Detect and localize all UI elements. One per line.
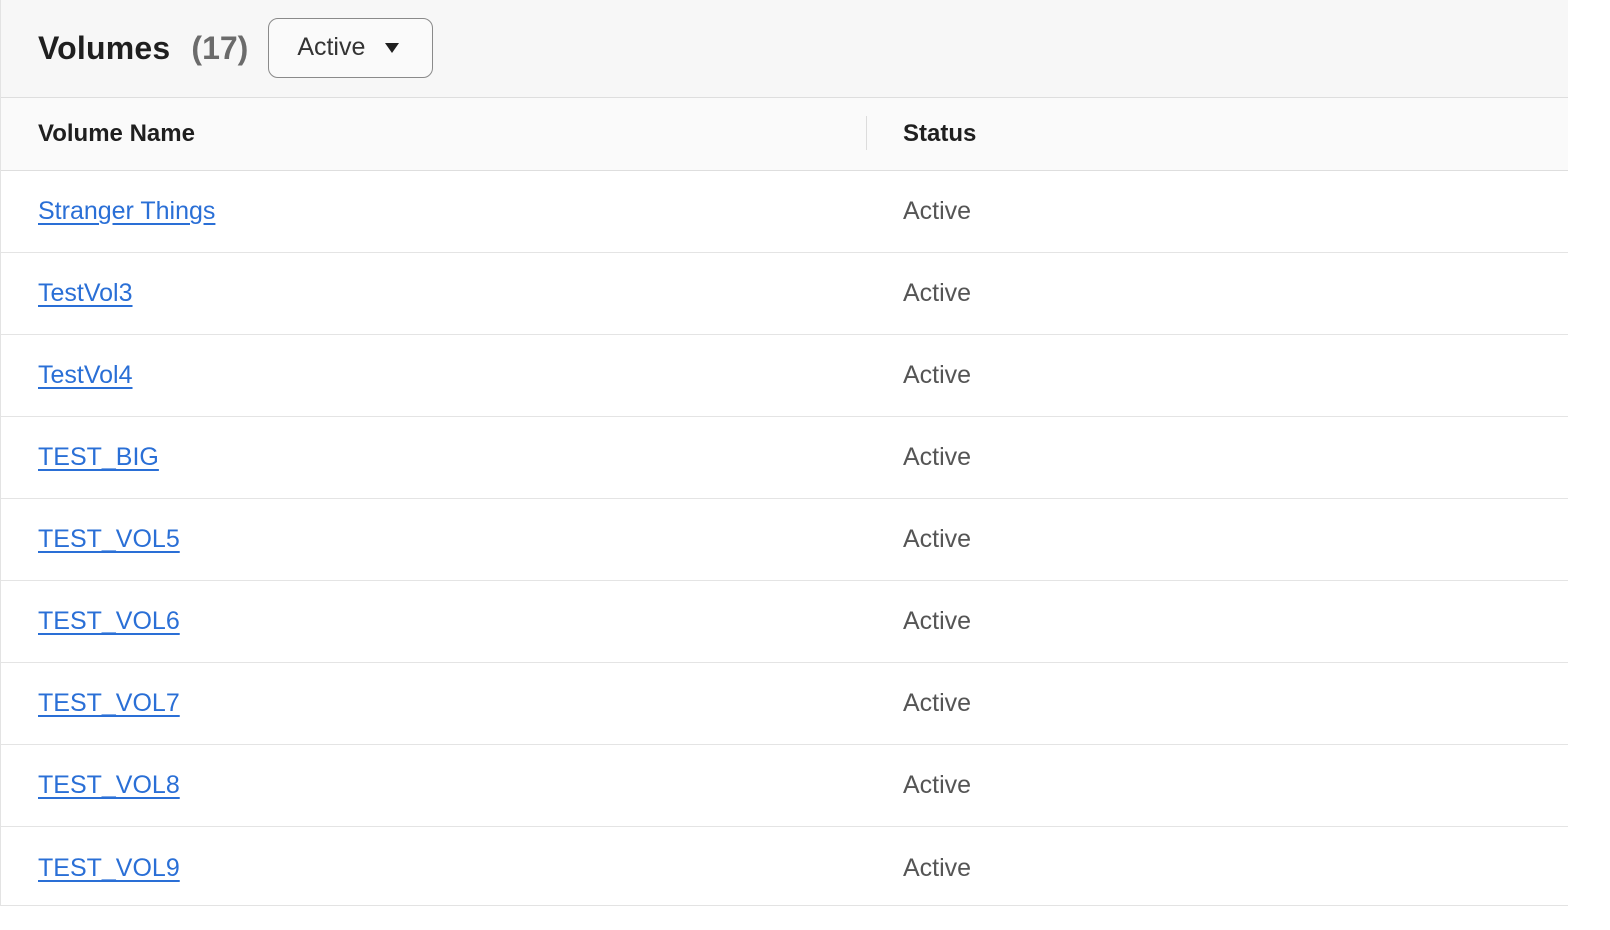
page-title: Volumes bbox=[38, 30, 171, 66]
table-row: TEST_VOL9 Active bbox=[1, 827, 1568, 905]
table-row: TEST_VOL6 Active bbox=[1, 581, 1568, 663]
volume-status: Active bbox=[903, 689, 972, 717]
volume-status: Active bbox=[903, 361, 972, 389]
volume-count: (17) bbox=[191, 30, 249, 66]
volumes-header: Volumes (17) Active bbox=[1, 0, 1568, 98]
table-row: TestVol4 Active bbox=[1, 335, 1568, 417]
column-divider[interactable] bbox=[866, 116, 867, 150]
table-row: TestVol3 Active bbox=[1, 253, 1568, 335]
status-filter-dropdown[interactable]: Active bbox=[268, 17, 434, 78]
volume-link[interactable]: TestVol3 bbox=[38, 279, 133, 308]
table-header: Volume Name Status bbox=[1, 98, 1568, 171]
volume-link[interactable]: TEST_VOL7 bbox=[38, 689, 180, 718]
volume-link[interactable]: TestVol4 bbox=[38, 361, 133, 390]
table-body: Stranger Things Active TestVol3 Active T… bbox=[1, 171, 1568, 905]
status-filter-label: Active bbox=[297, 33, 366, 61]
volume-link[interactable]: TEST_VOL9 bbox=[38, 854, 180, 883]
table-row: Stranger Things Active bbox=[1, 171, 1568, 253]
table-row: TEST_VOL7 Active bbox=[1, 663, 1568, 745]
volume-status: Active bbox=[903, 771, 972, 799]
volumes-panel: Volumes (17) Active Volume Name Status S… bbox=[0, 0, 1568, 906]
column-header-status[interactable]: Status bbox=[903, 120, 976, 148]
volume-status: Active bbox=[903, 443, 972, 471]
table-row: TEST_BIG Active bbox=[1, 417, 1568, 499]
volume-status: Active bbox=[903, 607, 972, 635]
caret-down-icon bbox=[385, 42, 400, 53]
table-row: TEST_VOL8 Active bbox=[1, 745, 1568, 827]
volume-link[interactable]: Stranger Things bbox=[38, 197, 215, 226]
volume-status: Active bbox=[903, 525, 972, 553]
table-row: TEST_VOL5 Active bbox=[1, 499, 1568, 581]
volume-link[interactable]: TEST_VOL5 bbox=[38, 525, 180, 554]
column-header-volume-name[interactable]: Volume Name bbox=[38, 120, 195, 148]
volume-status: Active bbox=[903, 197, 972, 225]
volume-link[interactable]: TEST_VOL8 bbox=[38, 771, 180, 800]
volume-status: Active bbox=[903, 279, 972, 307]
volume-status: Active bbox=[903, 853, 972, 882]
volume-link[interactable]: TEST_BIG bbox=[38, 443, 159, 472]
volume-link[interactable]: TEST_VOL6 bbox=[38, 607, 180, 636]
